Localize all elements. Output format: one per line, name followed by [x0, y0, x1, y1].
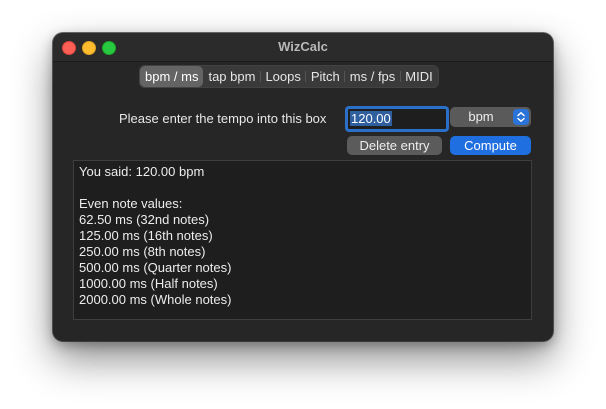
tab-midi[interactable]: MIDI: [399, 66, 437, 87]
result-line: 1000.00 ms (Half notes): [79, 276, 218, 291]
result-line: 2000.00 ms (Whole notes): [79, 292, 232, 307]
app-window: WizCalc bpm / ms tap bpm Loops Pitch ms …: [53, 33, 553, 341]
tab-loops[interactable]: Loops: [259, 66, 305, 87]
tempo-input-value: 120.00: [350, 111, 392, 126]
result-line: 125.00 ms (16th notes): [79, 228, 213, 243]
stage: WizCalc bpm / ms tap bpm Loops Pitch ms …: [0, 0, 606, 409]
result-said-line: You said: 120.00 bpm: [79, 164, 205, 179]
tab-bpm-ms[interactable]: bpm / ms: [140, 66, 204, 87]
delete-entry-button[interactable]: Delete entry: [347, 136, 442, 155]
chevron-up-down-icon: [513, 109, 529, 125]
result-line: 62.50 ms (32nd notes): [79, 212, 210, 227]
result-heading: Even note values:: [79, 196, 183, 211]
window-title: WizCalc: [278, 39, 328, 54]
unit-select-value: bpm: [468, 109, 494, 124]
result-line: 500.00 ms (Quarter notes): [79, 260, 232, 275]
result-line: 250.00 ms (8th notes): [79, 244, 206, 259]
tempo-input[interactable]: 120.00: [345, 106, 449, 132]
tab-pitch[interactable]: Pitch: [305, 66, 345, 87]
unit-select[interactable]: bpm: [450, 107, 531, 127]
title-bar[interactable]: WizCalc: [53, 33, 553, 62]
mode-tabs: bpm / ms tap bpm Loops Pitch ms / fps MI…: [139, 65, 439, 88]
results-text-area[interactable]: You said: 120.00 bpm Even note values: 6…: [73, 160, 532, 320]
tab-ms-fps[interactable]: ms / fps: [344, 66, 401, 87]
compute-button[interactable]: Compute: [450, 136, 531, 155]
tempo-prompt-label: Please enter the tempo into this box: [119, 111, 327, 126]
tab-tap-bpm[interactable]: tap bpm: [203, 66, 260, 87]
